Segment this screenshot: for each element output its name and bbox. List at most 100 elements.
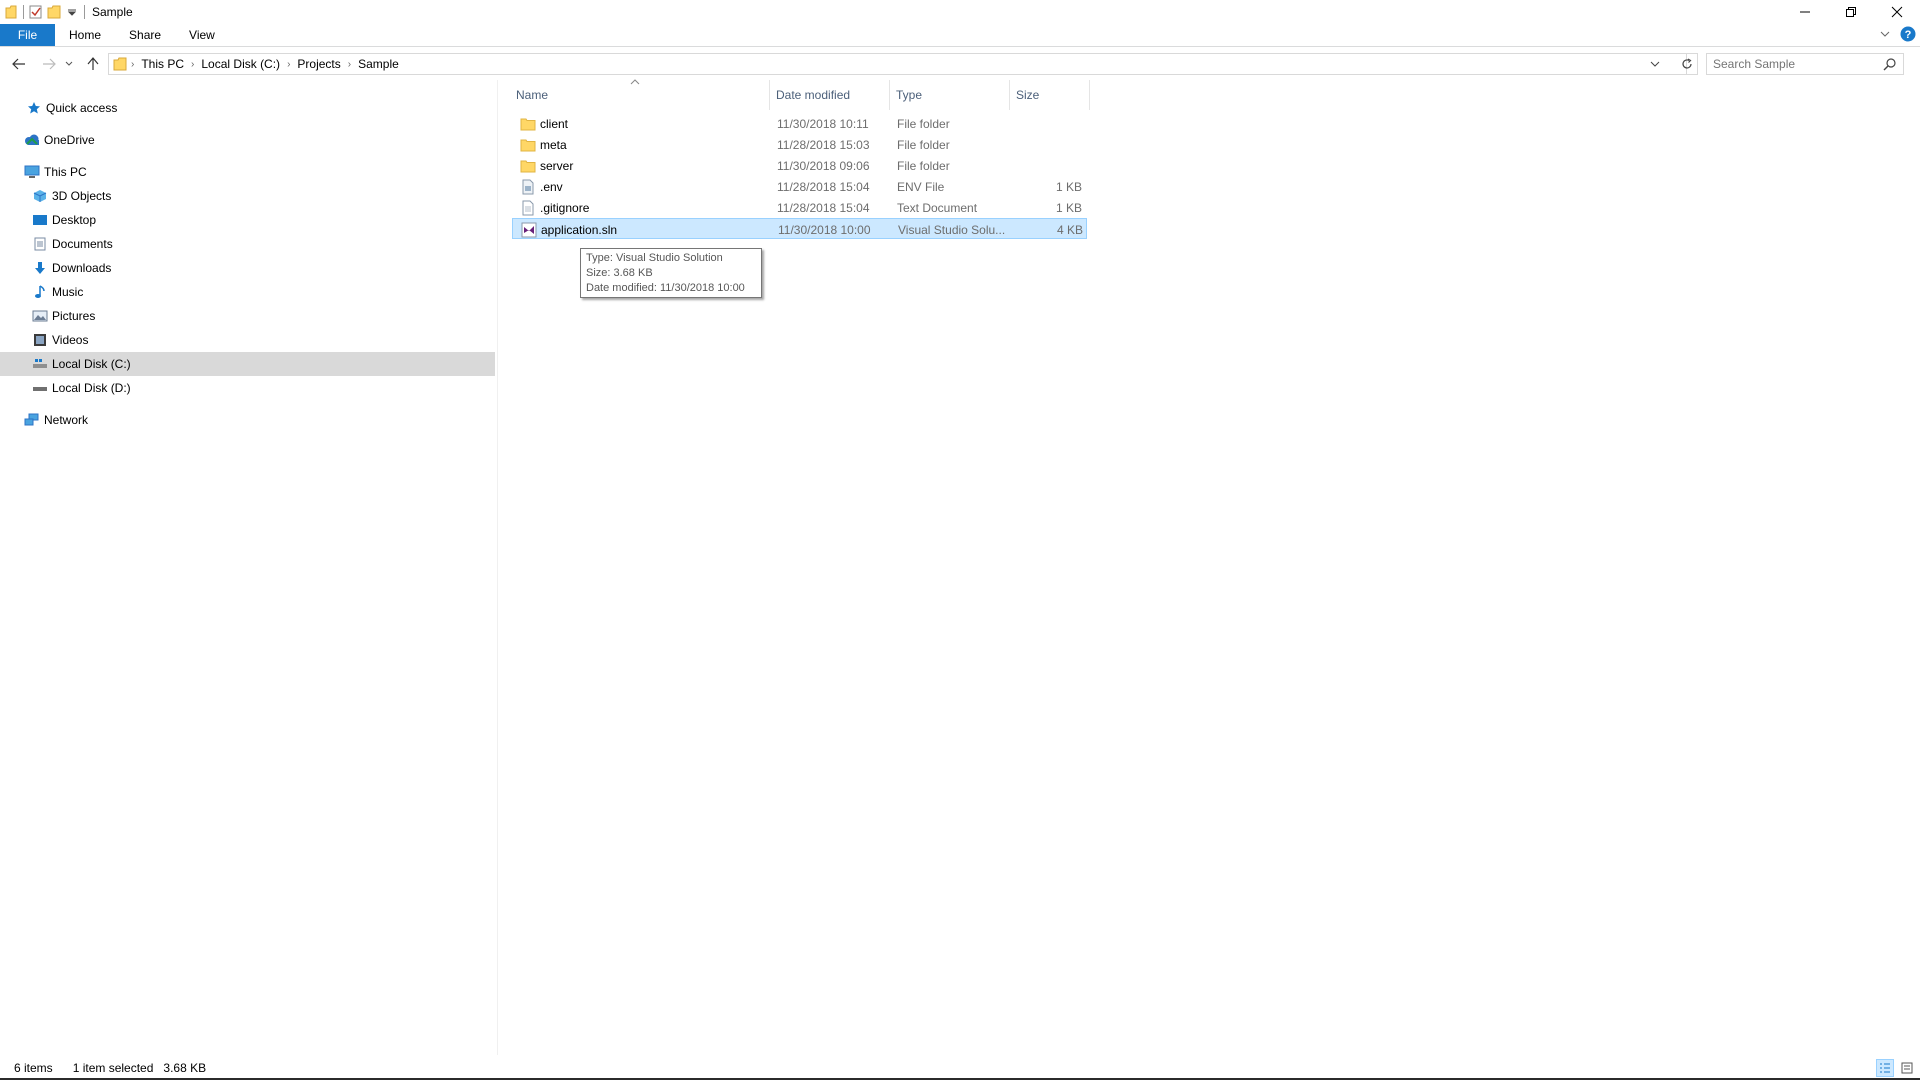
drive-icon — [32, 356, 48, 372]
chevron-right-icon[interactable]: › — [344, 59, 355, 70]
nav-item-local-disk-c[interactable]: Local Disk (C:) — [0, 352, 495, 376]
nav-item-this-pc[interactable]: This PC — [0, 160, 495, 184]
nav-item-desktop[interactable]: Desktop — [0, 208, 495, 232]
pane-divider[interactable] — [497, 80, 498, 1055]
details-view-button[interactable] — [1876, 1059, 1894, 1077]
tab-home[interactable]: Home — [55, 24, 115, 46]
window-title: Sample — [92, 5, 133, 19]
nav-item-local-disk-d[interactable]: Local Disk (D:) — [0, 376, 495, 400]
nav-item-documents[interactable]: Documents — [0, 232, 495, 256]
chevron-right-icon[interactable]: › — [127, 59, 138, 70]
file-size — [1017, 155, 1082, 176]
network-icon — [24, 412, 40, 428]
column-size[interactable]: Size — [1010, 80, 1090, 110]
up-button[interactable] — [82, 52, 104, 76]
file-name: .env — [540, 179, 563, 194]
file-type: File folder — [897, 116, 950, 131]
status-item-count: 6 items — [14, 1061, 53, 1075]
chevron-right-icon[interactable]: › — [187, 59, 198, 70]
forward-button[interactable] — [38, 52, 60, 76]
ribbon-tabs: File Home Share View ? — [0, 24, 1920, 47]
status-selected-size: 3.68 KB — [163, 1061, 207, 1075]
address-dropdown-icon[interactable] — [1650, 57, 1660, 71]
ribbon-right-controls: ? — [1880, 26, 1916, 42]
file-size: 1 KB — [1055, 200, 1082, 215]
breadcrumb-this-pc[interactable]: This PC — [138, 57, 187, 71]
visual-studio-solution-icon — [521, 222, 537, 238]
file-row-meta[interactable]: meta 11/28/2018 15:03 File folder — [512, 134, 1087, 155]
view-switcher — [1876, 1059, 1916, 1077]
file-date: 11/28/2018 15:04 — [777, 200, 870, 215]
env-file-icon — [520, 179, 536, 195]
file-row-application-sln[interactable]: application.sln 11/30/2018 10:00 Visual … — [512, 218, 1087, 239]
quick-access-toolbar — [0, 0, 88, 24]
file-type: File folder — [897, 137, 950, 152]
file-type: ENV File — [897, 179, 945, 194]
column-type[interactable]: Type — [890, 80, 1010, 110]
music-icon — [32, 284, 48, 300]
search-box[interactable] — [1706, 53, 1904, 75]
properties-icon[interactable] — [27, 2, 45, 22]
file-size: 1 KB — [1055, 179, 1082, 194]
tooltip-size: Size: 3.68 KB — [586, 267, 653, 279]
file-date: 11/28/2018 15:03 — [777, 137, 870, 152]
drive-icon — [32, 380, 48, 396]
nav-item-videos[interactable]: Videos — [0, 328, 495, 352]
new-folder-icon[interactable] — [45, 2, 63, 22]
search-icon[interactable] — [1883, 57, 1897, 71]
restore-button[interactable] — [1828, 0, 1874, 24]
file-info-tooltip: Type: Visual Studio Solution Size: 3.68 … — [580, 248, 762, 298]
refresh-button[interactable] — [1676, 53, 1698, 75]
file-type: Visual Studio Solu... — [898, 222, 1006, 237]
folder-icon — [520, 137, 536, 153]
nav-item-downloads[interactable]: Downloads — [0, 256, 495, 280]
tab-share[interactable]: Share — [115, 24, 175, 46]
file-size: 4 KB — [1056, 222, 1083, 237]
address-bar[interactable]: › This PC › Local Disk (C:) › Projects ›… — [108, 53, 1687, 75]
window-controls — [1782, 0, 1920, 24]
text-file-icon — [520, 200, 536, 216]
column-date-modified[interactable]: Date modified — [770, 80, 890, 110]
nav-item-pictures[interactable]: Pictures — [0, 304, 495, 328]
nav-item-3d-objects[interactable]: 3D Objects — [0, 184, 495, 208]
tooltip-type: Type: Visual Studio Solution — [586, 252, 723, 264]
back-button[interactable] — [8, 52, 30, 76]
nav-item-network[interactable]: Network — [0, 408, 495, 432]
breadcrumb-sample[interactable]: Sample — [355, 57, 402, 71]
breadcrumb-projects[interactable]: Projects — [294, 57, 343, 71]
nav-item-quick-access[interactable]: Quick access — [0, 96, 495, 120]
close-button[interactable] — [1874, 0, 1920, 24]
recent-locations-button[interactable] — [62, 52, 76, 76]
nav-item-onedrive[interactable]: OneDrive — [0, 128, 495, 152]
svg-text:?: ? — [1905, 29, 1912, 41]
computer-icon — [24, 164, 40, 180]
file-row-gitignore[interactable]: .gitignore 11/28/2018 15:04 Text Documen… — [512, 197, 1087, 218]
file-date: 11/30/2018 09:06 — [777, 158, 870, 173]
expand-ribbon-icon[interactable] — [1880, 30, 1890, 38]
download-icon — [32, 260, 48, 276]
tab-file[interactable]: File — [0, 24, 55, 46]
file-row-client[interactable]: client 11/30/2018 10:11 File folder — [512, 113, 1087, 134]
chevron-right-icon[interactable]: › — [283, 59, 294, 70]
cloud-icon — [24, 132, 40, 148]
folder-icon — [2, 2, 20, 22]
separator — [23, 5, 24, 19]
file-row-env[interactable]: .env 11/28/2018 15:04 ENV File 1 KB — [512, 176, 1087, 197]
nav-item-music[interactable]: Music — [0, 280, 495, 304]
large-icons-view-button[interactable] — [1898, 1059, 1916, 1077]
file-name: meta — [540, 137, 567, 152]
minimize-button[interactable] — [1782, 0, 1828, 24]
file-date: 11/28/2018 15:04 — [777, 179, 870, 194]
tab-view[interactable]: View — [175, 24, 229, 46]
file-size — [1017, 113, 1082, 134]
folder-icon — [520, 158, 536, 174]
search-input[interactable] — [1707, 56, 1875, 72]
file-row-server[interactable]: server 11/30/2018 09:06 File folder — [512, 155, 1087, 176]
separator — [84, 5, 85, 19]
column-name[interactable]: Name — [510, 80, 770, 110]
chevron-down-icon[interactable] — [63, 2, 81, 22]
file-date: 11/30/2018 10:11 — [777, 116, 869, 131]
status-bar: 6 items 1 item selected 3.68 KB — [0, 1056, 1920, 1080]
help-icon[interactable]: ? — [1900, 26, 1916, 42]
breadcrumb-local-disk-c[interactable]: Local Disk (C:) — [198, 57, 283, 71]
